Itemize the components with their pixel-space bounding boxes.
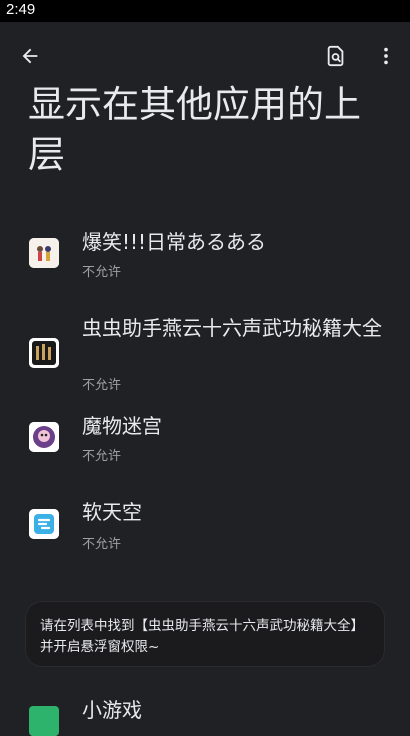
app-item-xiaoyouxi[interactable]: 小游戏: [0, 696, 410, 736]
app-name: 软天空: [82, 500, 142, 524]
status-time: 2:49: [6, 1, 36, 18]
app-icon: [29, 422, 59, 452]
app-list: 爆笑!!!日常あるある 不允许 虫虫助手燕云十六声武功秘籍大全 不允许 魔物迷宫…: [0, 214, 410, 572]
app-item-chongchong[interactable]: 虫虫助手燕云十六声武功秘籍大全 不允许: [0, 296, 410, 394]
app-status: 不允许: [82, 449, 122, 464]
arrow-back-icon: [22, 48, 38, 64]
app-item-ruantiankong[interactable]: 软天空 不允许: [0, 482, 410, 572]
tip-box: 请在列表中找到【虫虫助手燕云十六声武功秘籍大全】并开启悬浮窗权限~: [26, 602, 384, 666]
status-bar: 2:49: [0, 0, 410, 22]
app-item-mowu[interactable]: 魔物迷宫 不允许: [0, 394, 410, 482]
wuxia-game-icon: [29, 338, 59, 368]
monster-maze-icon: [29, 422, 59, 452]
app-status: 不允许: [82, 378, 122, 393]
app-name: 爆笑!!!日常あるある: [82, 230, 267, 254]
app-name: 魔物迷宫: [82, 414, 162, 438]
toolbar: [0, 34, 410, 78]
more-vert-icon: [384, 47, 388, 65]
tip-text: 请在列表中找到【虫虫助手燕云十六声武功秘籍大全】并开启悬浮窗权限~: [40, 618, 364, 655]
more-options-button[interactable]: [368, 38, 404, 74]
app-status: 不允许: [82, 537, 122, 552]
app-status: 不允许: [82, 265, 122, 280]
back-button[interactable]: [12, 38, 48, 74]
app-name: 虫虫助手燕云十六声武功秘籍大全: [82, 316, 382, 340]
page-title: 显示在其他应用的上层: [28, 83, 361, 176]
mini-game-icon: [29, 706, 59, 736]
search-in-page-icon: [327, 45, 344, 67]
app-icon: [29, 338, 59, 368]
search-in-page-button[interactable]: [318, 38, 354, 74]
anime-characters-icon: [29, 238, 59, 268]
ruantiankong-icon: [29, 509, 59, 539]
app-icon: [29, 509, 59, 539]
app-icon: [29, 238, 59, 268]
app-item-baoxiao[interactable]: 爆笑!!!日常あるある 不允许: [0, 214, 410, 296]
